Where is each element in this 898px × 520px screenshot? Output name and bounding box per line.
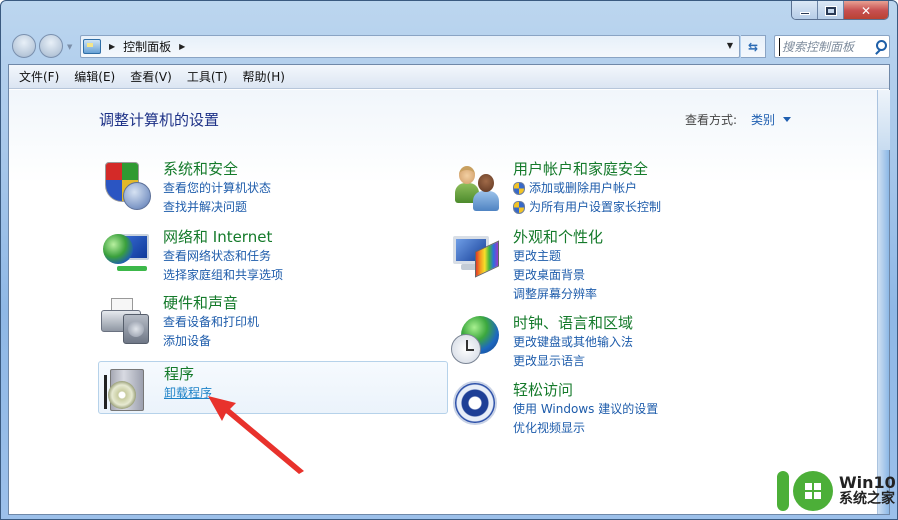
uninstall-program-link[interactable]: 卸载程序 (164, 384, 212, 403)
category-link[interactable]: 为所有用户设置家长控制 (513, 198, 661, 217)
back-button[interactable] (12, 34, 36, 58)
minimize-icon (799, 12, 810, 15)
category-title[interactable]: 时钟、语言和区域 (513, 314, 633, 333)
category-link[interactable]: 查看您的计算机状态 (163, 179, 271, 198)
category-user-accounts: 用户帐户和家庭安全 添加或删除用户帐户 为所有用户设置家长控制 (451, 160, 661, 217)
category-title[interactable]: 系统和安全 (163, 160, 271, 179)
category-link[interactable]: 查看网络状态和任务 (163, 247, 283, 266)
watermark-line1: Win10 (839, 473, 896, 492)
menu-tools[interactable]: 工具(T) (180, 66, 236, 87)
scrollbar-track[interactable] (878, 90, 890, 150)
recent-pages-dropdown[interactable]: ▼ (67, 43, 72, 51)
watermark-logo-bar (777, 471, 789, 511)
category-link[interactable]: 更改显示语言 (513, 352, 633, 371)
menu-help[interactable]: 帮助(H) (236, 66, 293, 87)
main-content: 调整计算机的设置 查看方式: 类别 系统和安全 查看您的计算机状态 查找并解决问… (9, 90, 877, 514)
category-link[interactable]: 查看设备和打印机 (163, 313, 259, 332)
control-panel-icon (83, 39, 101, 54)
search-box (774, 35, 890, 58)
category-title[interactable]: 用户帐户和家庭安全 (513, 160, 661, 179)
uac-shield-icon (513, 182, 525, 195)
category-title[interactable]: 网络和 Internet (163, 228, 283, 247)
uac-shield-icon (513, 201, 525, 214)
network-icon[interactable] (101, 228, 153, 280)
refresh-button[interactable]: ⇆ (741, 35, 766, 58)
programs-icon[interactable] (102, 365, 154, 417)
maximize-button[interactable] (818, 1, 844, 19)
breadcrumb-separator-icon[interactable]: ▶ (179, 42, 185, 51)
category-system-security: 系统和安全 查看您的计算机状态 查找并解决问题 (101, 160, 271, 217)
category-link[interactable]: 优化视频显示 (513, 419, 658, 438)
category-link[interactable]: 调整屏幕分辨率 (513, 285, 603, 304)
view-by-label: 查看方式: (685, 113, 738, 127)
category-title[interactable]: 轻松访问 (513, 381, 658, 400)
breadcrumb-control-panel[interactable]: 控制面板 (123, 38, 171, 55)
search-icon[interactable] (873, 39, 887, 54)
address-dropdown-icon[interactable]: ▼ (727, 41, 733, 50)
category-link[interactable]: 更改桌面背景 (513, 266, 603, 285)
category-network-internet: 网络和 Internet 查看网络状态和任务 选择家庭组和共享选项 (101, 228, 283, 285)
category-title[interactable]: 硬件和声音 (163, 294, 259, 313)
watermark: Win10 系统之家 (777, 471, 896, 511)
printer-icon[interactable] (101, 294, 153, 346)
forward-button[interactable] (39, 34, 63, 58)
navigation-bar: ▼ ▶ 控制面板 ▶ ▼ ⇆ (1, 31, 897, 61)
users-icon[interactable] (451, 160, 503, 212)
menu-edit[interactable]: 编辑(E) (67, 66, 123, 87)
category-link[interactable]: 选择家庭组和共享选项 (163, 266, 283, 285)
category-title[interactable]: 程序 (164, 365, 212, 384)
windows-logo-icon (793, 471, 833, 511)
vertical-scrollbar[interactable] (877, 90, 890, 514)
ease-of-access-icon[interactable] (451, 381, 503, 433)
category-programs[interactable]: 程序 卸载程序 (98, 361, 448, 414)
appearance-icon[interactable] (451, 228, 503, 280)
close-button[interactable]: ✕ (844, 1, 888, 19)
category-title[interactable]: 外观和个性化 (513, 228, 603, 247)
control-panel-window: ✕ ▼ ▶ 控制面板 ▶ ▼ ⇆ 文件(F) 编辑(E) 查看(V) 工具(T)… (0, 0, 898, 520)
search-input[interactable] (779, 37, 867, 56)
close-icon: ✕ (860, 3, 872, 18)
minimize-button[interactable] (792, 1, 818, 19)
address-bar[interactable]: ▶ 控制面板 ▶ ▼ (80, 35, 740, 58)
category-link[interactable]: 查找并解决问题 (163, 198, 271, 217)
client-area: 文件(F) 编辑(E) 查看(V) 工具(T) 帮助(H) 调整计算机的设置 查… (8, 64, 890, 515)
menu-bar: 文件(F) 编辑(E) 查看(V) 工具(T) 帮助(H) (9, 65, 889, 89)
breadcrumb-separator-icon[interactable]: ▶ (109, 42, 115, 51)
page-title: 调整计算机的设置 (99, 111, 220, 129)
category-hardware-sound: 硬件和声音 查看设备和打印机 添加设备 (101, 294, 259, 351)
category-ease-of-access: 轻松访问 使用 Windows 建议的设置 优化视频显示 (451, 381, 658, 438)
view-by: 查看方式: 类别 (685, 111, 792, 128)
view-by-dropdown[interactable]: 类别 (751, 111, 775, 128)
title-bar[interactable]: ✕ (1, 1, 897, 29)
menu-view[interactable]: 查看(V) (123, 66, 180, 87)
menu-file[interactable]: 文件(F) (12, 66, 67, 87)
refresh-icon: ⇆ (747, 39, 759, 54)
category-link[interactable]: 添加设备 (163, 332, 259, 351)
category-link[interactable]: 更改主题 (513, 247, 603, 266)
category-link[interactable]: 使用 Windows 建议的设置 (513, 400, 658, 419)
link-label: 为所有用户设置家长控制 (529, 200, 662, 214)
watermark-line2: 系统之家 (839, 491, 895, 507)
shield-icon[interactable] (101, 160, 153, 212)
clock-globe-icon[interactable] (451, 314, 503, 366)
category-clock-language-region: 时钟、语言和区域 更改键盘或其他输入法 更改显示语言 (451, 314, 633, 371)
maximize-icon (824, 5, 837, 16)
category-link[interactable]: 更改键盘或其他输入法 (513, 333, 633, 352)
link-label: 添加或删除用户帐户 (529, 181, 638, 195)
category-appearance: 外观和个性化 更改主题 更改桌面背景 调整屏幕分辨率 (451, 228, 603, 304)
category-link[interactable]: 添加或删除用户帐户 (513, 179, 661, 198)
caption-buttons: ✕ (791, 1, 889, 20)
chevron-down-icon[interactable] (783, 117, 792, 122)
